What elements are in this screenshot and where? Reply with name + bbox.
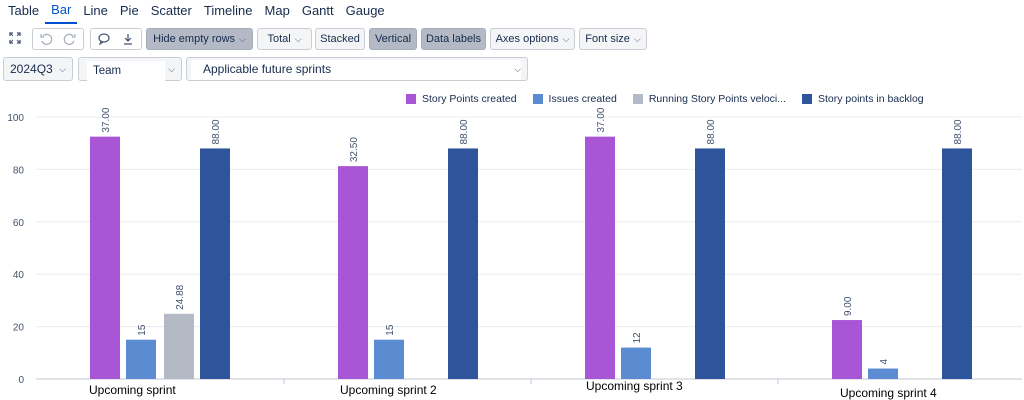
chart-toolbar: Hide empty rows ⌵ Total ⌵ Stacked Vertical… [0,28,1024,52]
legend-item-story-points-in-backlog[interactable]: Story points in backlog [802,93,924,105]
undo-redo-group [32,28,84,50]
bar[interactable] [868,368,898,379]
tab-map[interactable]: Map [259,1,296,23]
redo-icon [63,33,76,45]
bar[interactable] [695,148,725,379]
team-label: Team [93,65,122,77]
chevron-down-icon: ⌵ [59,64,66,74]
data-label: 12 [632,332,643,344]
total-dropdown[interactable]: Total ⌵ [257,28,312,50]
legend-label: Running Story Points veloci... [648,93,786,105]
legend-item-issues-created[interactable]: Issues created [532,93,617,105]
fullscreen-button[interactable] [4,28,26,50]
tab-scatter[interactable]: Scatter [145,1,198,23]
sprints-selector[interactable]: Applicable future sprints ⌵ [186,57,528,81]
axes-options-dropdown[interactable]: Axes options ⌵ [490,28,575,50]
bar[interactable] [621,347,651,379]
comment-export-group [90,28,142,50]
bar[interactable] [200,148,230,379]
data-label: 24.88 [175,284,186,309]
fullscreen-icon [9,32,21,44]
hide-empty-rows-dropdown[interactable]: Hide empty rows ⌵ [146,28,253,50]
chart-type-tabs: Table Bar Line Pie Scatter Timeline Map … [0,0,1024,24]
axes-options-label: Axes options [495,33,559,45]
data-labels-toggle[interactable]: Data labels [421,28,486,50]
tab-line[interactable]: Line [77,1,114,23]
filter-row: 2024Q3 ⌵ Team ⌵ Applicable future sprint… [0,57,1024,85]
data-label: 88.00 [706,119,717,144]
chevron-down-icon: ⌵ [514,64,521,74]
chevron-down-icon: ⌵ [633,34,641,44]
y-tick-label: 20 [13,323,25,334]
vertical-toggle[interactable]: Vertical [369,28,417,50]
undo-button[interactable] [39,29,53,46]
y-tick-label: 80 [13,165,25,176]
y-tick-label: 60 [13,218,25,229]
font-size-label: Font size [585,33,630,45]
chevron-down-icon: ⌵ [239,34,246,44]
bar[interactable] [585,136,615,379]
y-tick-label: 0 [18,375,24,386]
legend-swatch [802,94,812,104]
chevron-down-icon: ⌵ [168,64,175,74]
legend-swatch [406,94,416,104]
redo-button[interactable] [63,29,77,46]
data-label: 37.00 [596,107,607,132]
export-button[interactable] [121,29,135,46]
data-label: 37.00 [101,107,112,132]
x-tick-label: Upcoming sprint 4 [840,386,937,400]
data-label: 88.00 [459,119,470,144]
data-label: 4 [879,359,890,365]
tab-pie[interactable]: Pie [114,1,145,23]
bar[interactable] [448,148,478,379]
x-tick-label: Upcoming sprint 2 [340,383,437,397]
chart-legend: Story Points created Issues created Runn… [406,92,940,106]
bar[interactable] [374,339,404,379]
export-icon [124,34,132,45]
bar-chart: 0 20 40 60 80 100 37.00 32.50 37.00 9.00 15 15 12 4 2… [7,107,1022,386]
x-tick-label: Upcoming sprint [89,383,176,397]
data-label: 32.50 [349,137,360,162]
bar[interactable] [338,166,368,379]
sprints-label: Applicable future sprints [203,62,332,76]
chevron-down-icon: ⌵ [294,34,302,44]
legend-item-story-points-created[interactable]: Story Points created [406,93,517,105]
y-tick-label: 40 [13,270,25,281]
data-label: 88.00 [211,119,222,144]
bar[interactable] [126,339,156,379]
comment-button[interactable] [97,29,111,46]
bar[interactable] [90,136,120,379]
tab-timeline[interactable]: Timeline [198,1,259,23]
font-size-dropdown[interactable]: Font size ⌵ [579,28,647,50]
legend-swatch [632,94,643,104]
undo-icon [40,33,53,45]
data-label: 88.00 [953,119,964,144]
bar[interactable] [164,313,194,379]
period-value: 2024Q3 [10,62,53,76]
y-tick-label: 100 [7,113,24,124]
team-selector[interactable]: Team ⌵ [78,57,182,83]
legend-label: Issues created [548,93,617,105]
legend-swatch [532,94,543,104]
total-label: Total [267,33,291,45]
period-selector[interactable]: 2024Q3 ⌵ [3,57,73,81]
legend-label: Story points in backlog [818,93,924,105]
bar[interactable] [832,320,862,379]
chevron-down-icon: ⌵ [562,34,570,44]
x-tick-label: Upcoming sprint 3 [586,379,683,393]
comment-icon [98,33,110,46]
bar[interactable] [942,148,972,379]
tab-gantt[interactable]: Gantt [296,1,340,23]
legend-item-running-velocity[interactable]: Running Story Points veloci... [632,93,786,105]
data-label: 15 [385,324,396,336]
tab-bar[interactable]: Bar [45,0,78,24]
data-label: 9.00 [843,296,854,316]
stacked-toggle[interactable]: Stacked [315,28,365,50]
hide-empty-rows-label: Hide empty rows [153,33,236,45]
tab-gauge[interactable]: Gauge [340,1,391,23]
data-label: 15 [137,324,148,336]
tab-table[interactable]: Table [0,1,45,23]
legend-label: Story Points created [422,93,517,105]
